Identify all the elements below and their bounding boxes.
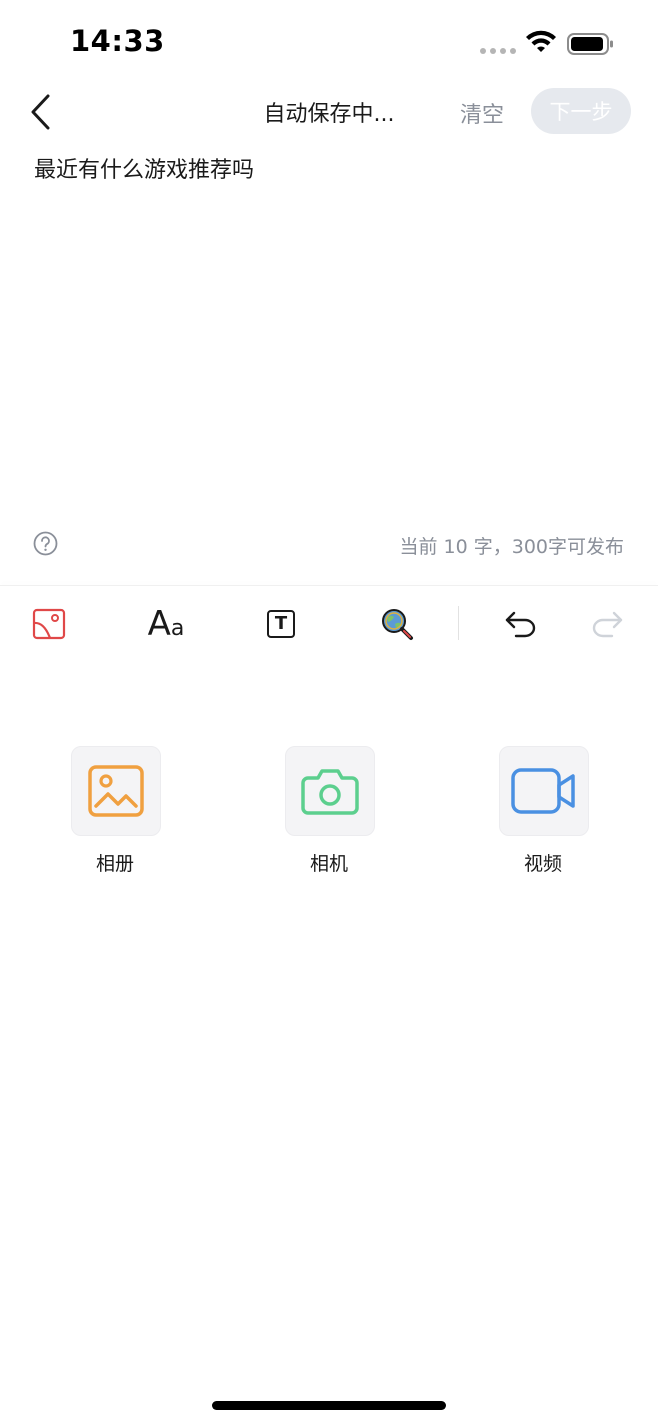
- redo-icon: [592, 611, 623, 638]
- video-label: 视频: [523, 853, 562, 875]
- next-button[interactable]: 下一步: [531, 88, 631, 134]
- album-label: 相册: [95, 853, 134, 875]
- font-style-button[interactable]: Aa: [146, 606, 186, 642]
- text-box-icon: T: [267, 610, 295, 638]
- wifi-icon: [526, 30, 556, 52]
- clear-button[interactable]: 清空: [460, 97, 504, 129]
- album-button[interactable]: [71, 746, 161, 836]
- font-style-icon: Aa: [148, 607, 185, 641]
- cover-image-icon: [32, 608, 66, 640]
- editor-input[interactable]: 最近有什么游戏推荐吗: [34, 152, 254, 184]
- toolbar-divider: [0, 585, 658, 586]
- home-indicator[interactable]: [212, 1401, 446, 1410]
- signal-icon: [480, 48, 516, 54]
- camera-label: 相机: [309, 853, 348, 875]
- help-icon[interactable]: [33, 531, 58, 556]
- font-style-big: A: [147, 604, 171, 644]
- camera-button[interactable]: [285, 746, 375, 836]
- search-topic-button[interactable]: [379, 606, 415, 642]
- camera-icon: [301, 769, 359, 815]
- text-box-letter: T: [274, 613, 288, 634]
- redo-button[interactable]: [589, 606, 625, 642]
- album-icon: [88, 765, 144, 817]
- text-box-button[interactable]: T: [263, 606, 299, 642]
- cover-image-button[interactable]: [31, 606, 67, 642]
- page-title: 自动保存中...: [263, 102, 395, 127]
- magnifier-globe-icon: [382, 609, 413, 640]
- back-icon[interactable]: [26, 92, 56, 132]
- video-icon: [511, 768, 575, 814]
- toolbar-separator: [458, 606, 459, 640]
- video-button[interactable]: [499, 746, 589, 836]
- undo-button[interactable]: [503, 606, 539, 642]
- font-style-small: a: [170, 616, 185, 641]
- status-time: 14:33: [70, 24, 165, 58]
- battery-icon: [567, 33, 613, 55]
- word-count: 当前 10 字，300字可发布: [399, 536, 624, 558]
- undo-icon: [505, 611, 536, 638]
